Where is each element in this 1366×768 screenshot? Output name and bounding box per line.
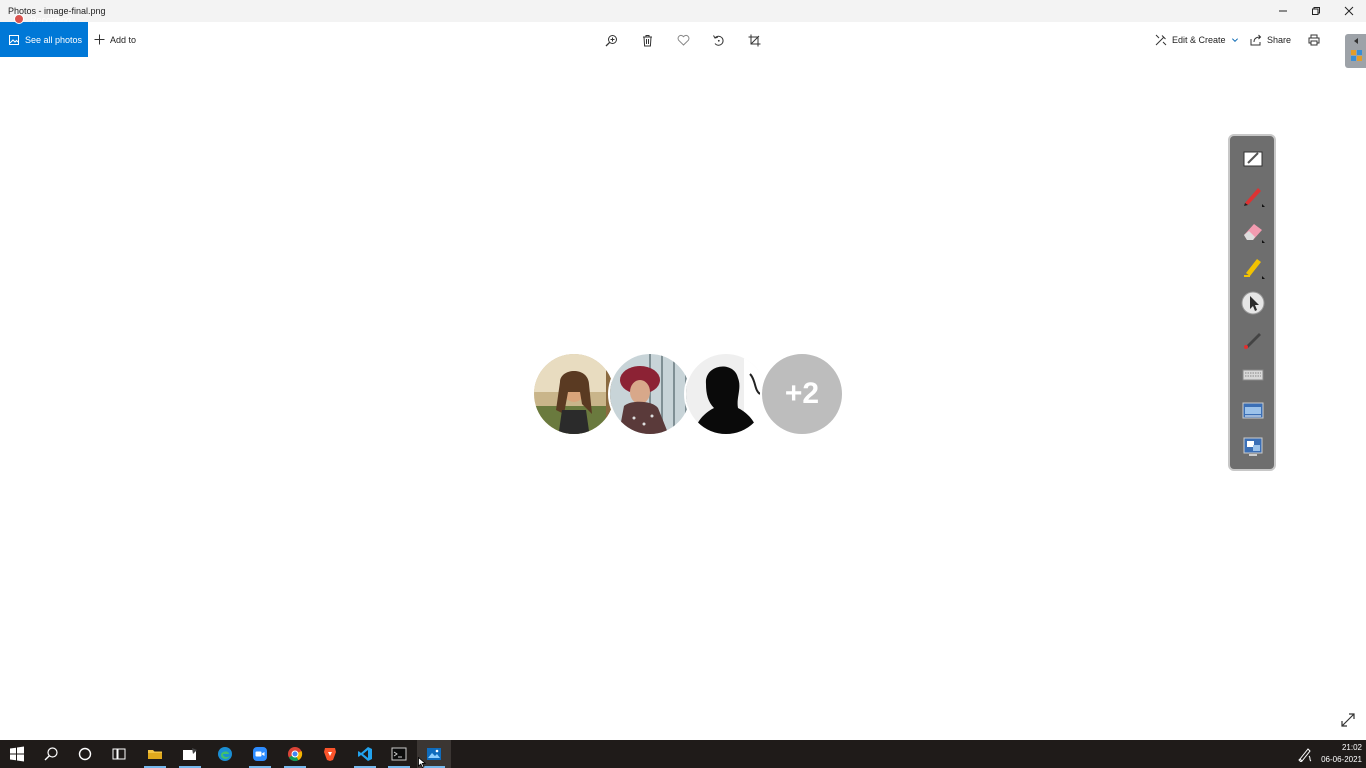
pen-toolbar (1228, 134, 1276, 471)
task-view-icon (112, 748, 126, 760)
pen-icon (1244, 188, 1265, 207)
pen-workspace-icon[interactable] (1297, 746, 1313, 762)
share-label: Share (1267, 34, 1292, 45)
add-to-label: Add to (110, 34, 137, 45)
whiteboard-button[interactable] (1240, 146, 1266, 172)
more-avatars-count: +2 (784, 377, 820, 410)
restore-icon (1312, 7, 1320, 15)
restore-button[interactable] (1299, 0, 1333, 22)
clock-date: 06-06-2021 (1321, 755, 1362, 764)
taskbar-file-explorer[interactable] (138, 740, 172, 768)
brave-icon (324, 748, 336, 761)
favorite-icon (677, 34, 689, 46)
clock-time: 21:02 (1341, 743, 1362, 752)
avatar-photo-1 (532, 352, 616, 436)
terminal-icon (391, 747, 407, 761)
taskbar-vscode[interactable] (348, 740, 382, 768)
chrome-icon (288, 747, 303, 762)
photo-gallery-icon (9, 34, 19, 45)
screen-capture-button[interactable] (1240, 398, 1266, 424)
see-all-photos-label: See all photos (25, 34, 83, 45)
laser-pen-icon (1244, 333, 1261, 349)
delete-icon (642, 34, 652, 46)
taskbar-edge[interactable] (208, 740, 242, 768)
minimize-icon (1279, 10, 1287, 12)
close-button[interactable] (1332, 0, 1366, 22)
more-avatars-badge: +2 (760, 352, 844, 436)
zoom-icon (253, 747, 267, 761)
keyboard-button[interactable] (1240, 362, 1266, 388)
share-icon (1250, 34, 1262, 45)
start-button[interactable] (0, 740, 34, 768)
add-to-button[interactable]: Add to (94, 22, 136, 57)
edit-create-label: Edit & Create (1172, 34, 1226, 45)
print-button[interactable] (1308, 22, 1320, 57)
avatar-image (534, 354, 614, 434)
command-bar: See all photos Add to Edit & Create Shar… (0, 22, 1366, 58)
taskbar-chrome[interactable] (278, 740, 312, 768)
favorite-button[interactable] (674, 31, 692, 49)
photos-icon (427, 748, 441, 760)
avatar-image (610, 354, 690, 434)
delete-button[interactable] (638, 31, 656, 49)
avatar-image (686, 354, 766, 434)
close-icon (1344, 6, 1354, 16)
zoom-button[interactable] (602, 31, 620, 49)
pointer-icon (1241, 291, 1265, 315)
edit-create-icon (1155, 34, 1167, 45)
minimize-button[interactable] (1266, 0, 1300, 22)
notes-icon (183, 748, 197, 760)
display-switch-button[interactable] (1240, 434, 1266, 460)
search-button[interactable] (34, 740, 68, 768)
print-icon (1308, 34, 1320, 45)
see-all-photos-button[interactable]: See all photos (0, 22, 88, 57)
rotate-icon (712, 34, 723, 46)
task-view-button[interactable] (102, 740, 136, 768)
highlighter-icon (1244, 259, 1265, 279)
title-bar: Photos - image-final.png (0, 0, 1366, 22)
crop-button[interactable] (745, 31, 763, 49)
edge-icon (218, 747, 232, 761)
pointer-button[interactable] (1240, 290, 1266, 316)
rotate-button[interactable] (709, 31, 727, 49)
cortana-icon (78, 747, 92, 761)
screen-capture-icon (1242, 402, 1264, 419)
whiteboard-icon (1243, 151, 1263, 167)
start-icon (10, 746, 24, 762)
highlighter-button[interactable] (1240, 254, 1266, 280)
display-switch-icon (1243, 437, 1263, 456)
cortana-button[interactable] (68, 740, 102, 768)
taskbar: 21:02 06-06-2021 (0, 740, 1366, 768)
photos-app-window: Photos - image-final.png Recording See a… (0, 0, 1366, 768)
zoom-in-icon (605, 34, 617, 46)
vscode-icon (358, 747, 372, 761)
edit-create-button[interactable]: Edit & Create (1155, 22, 1239, 57)
mouse-cursor-icon (418, 757, 426, 768)
fullscreen-expand-icon[interactable] (1340, 712, 1356, 728)
taskbar-terminal[interactable] (382, 740, 416, 768)
share-button[interactable]: Share (1250, 22, 1291, 57)
laser-pen-button[interactable] (1240, 326, 1266, 352)
avatar-photo-2 (608, 352, 692, 436)
plus-icon (94, 34, 105, 45)
recording-label: Recording (30, 15, 72, 22)
file-explorer-icon (148, 750, 162, 759)
taskbar-zoom[interactable] (243, 740, 277, 768)
avatar-photo-3 (684, 352, 768, 436)
keyboard-icon (1242, 369, 1264, 381)
eraser-button[interactable] (1240, 218, 1266, 244)
taskbar-notes[interactable] (173, 740, 207, 768)
pen-button[interactable] (1240, 182, 1266, 208)
chevron-down-icon (1231, 37, 1238, 42)
image-viewer: +2 (0, 58, 1366, 740)
search-icon (44, 747, 58, 761)
taskbar-brave[interactable] (313, 740, 347, 768)
crop-icon (748, 34, 760, 46)
system-clock[interactable]: 21:02 06-06-2021 (1314, 742, 1362, 766)
eraser-icon (1244, 224, 1265, 243)
recording-indicator-icon (14, 14, 24, 24)
